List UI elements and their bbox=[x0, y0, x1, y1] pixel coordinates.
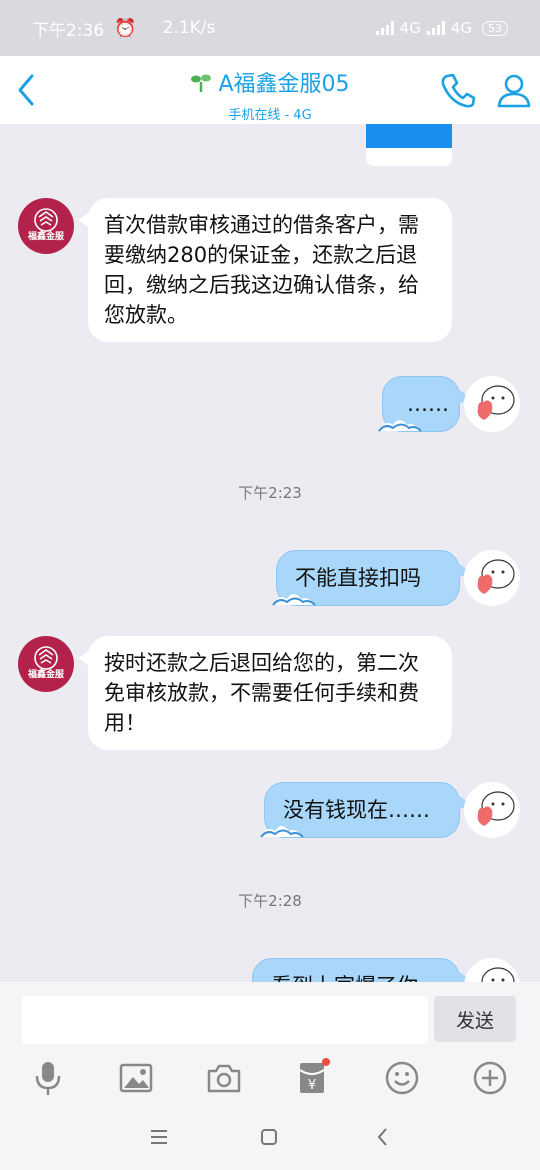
user-avatar-icon bbox=[481, 967, 515, 982]
user-avatar-icon bbox=[477, 791, 515, 826]
message-bubble-outgoing[interactable]: …… bbox=[378, 376, 470, 432]
avatar-label: 福鑫金服 bbox=[27, 670, 64, 680]
message-bubble-incoming[interactable]: 按时还款之后退回给您的，第二次免审核放款，不需要任何手续和费用！ bbox=[78, 636, 452, 750]
user-avatar[interactable] bbox=[464, 958, 520, 982]
message-input[interactable] bbox=[22, 996, 428, 1044]
wave-decoration-icon bbox=[378, 420, 422, 432]
back-icon[interactable] bbox=[8, 70, 48, 110]
wave-decoration-icon bbox=[272, 594, 316, 606]
system-nav-bar bbox=[0, 1104, 540, 1170]
input-area: 发送 bbox=[0, 982, 540, 1050]
message-bubble-outgoing[interactable]: 看到上官爆了你 bbox=[252, 958, 470, 982]
nav-back-icon[interactable] bbox=[370, 1124, 396, 1150]
network-type-1: 4G bbox=[399, 19, 421, 37]
phone-icon[interactable] bbox=[438, 70, 478, 110]
status-bar: 下午2:36 ⏰ 2.1K/s 4G 4G 53 bbox=[0, 0, 540, 56]
sprout-icon bbox=[191, 74, 212, 92]
chat-header: A福鑫金服05 手机在线 - 4G bbox=[0, 56, 540, 124]
menu-icon[interactable] bbox=[146, 1124, 172, 1150]
user-avatar-icon bbox=[477, 385, 515, 420]
signal-icon bbox=[375, 21, 394, 35]
alarm-icon: ⏰ bbox=[114, 17, 137, 39]
message-bubble-outgoing[interactable]: 不能直接扣吗 bbox=[272, 550, 470, 606]
chat-area[interactable]: 福鑫金服 首次借款审核通过的借条客户，需要缴纳280的保证金，还款之后退回，缴纳… bbox=[0, 124, 540, 982]
brand-logo-icon bbox=[34, 646, 58, 670]
camera-icon[interactable] bbox=[204, 1058, 244, 1098]
user-avatar[interactable] bbox=[464, 550, 520, 606]
user-avatar[interactable] bbox=[464, 376, 520, 432]
image-message[interactable] bbox=[366, 124, 452, 166]
brand-logo-icon bbox=[34, 208, 58, 232]
avatar[interactable]: 福鑫金服 bbox=[18, 636, 74, 692]
chat-title-area[interactable]: A福鑫金服05 手机在线 - 4G bbox=[120, 66, 420, 123]
timestamp: 下午2:28 bbox=[238, 892, 302, 910]
profile-icon[interactable] bbox=[494, 70, 534, 110]
network-type-2: 4G bbox=[450, 19, 472, 37]
message-text: 没有钱现在…… bbox=[283, 798, 430, 822]
avatar-label: 福鑫金服 bbox=[27, 232, 64, 242]
battery-indicator: 53 bbox=[482, 20, 508, 36]
home-icon[interactable] bbox=[256, 1124, 282, 1150]
microphone-icon[interactable] bbox=[28, 1058, 68, 1098]
user-avatar-icon bbox=[477, 559, 515, 594]
emoji-icon[interactable] bbox=[382, 1058, 422, 1098]
red-packet-icon[interactable]: ¥ bbox=[292, 1058, 332, 1098]
plus-icon[interactable] bbox=[470, 1058, 510, 1098]
status-time: 下午2:36 bbox=[32, 20, 105, 41]
notification-dot bbox=[322, 1058, 330, 1066]
input-toolbar: ¥ bbox=[0, 1050, 540, 1104]
svg-text:¥: ¥ bbox=[308, 1078, 316, 1093]
wave-decoration-icon bbox=[260, 826, 304, 838]
message-bubble-incoming[interactable]: 首次借款审核通过的借条客户，需要缴纳280的保证金，还款之后退回，缴纳之后我这边… bbox=[78, 198, 452, 342]
message-bubble-outgoing[interactable]: 没有钱现在…… bbox=[260, 782, 470, 838]
online-status: 手机在线 - 4G bbox=[228, 108, 312, 123]
network-speed: 2.1K/s bbox=[162, 18, 216, 38]
user-avatar[interactable] bbox=[464, 782, 520, 838]
image-icon[interactable] bbox=[116, 1058, 156, 1098]
contact-name: A福鑫金服05 bbox=[218, 72, 350, 97]
timestamp: 下午2:23 bbox=[238, 484, 302, 502]
avatar[interactable]: 福鑫金服 bbox=[18, 198, 74, 254]
send-button[interactable]: 发送 bbox=[434, 996, 516, 1042]
signal-icon-2 bbox=[426, 21, 445, 35]
message-text: 看到上官爆了你 bbox=[271, 974, 418, 982]
